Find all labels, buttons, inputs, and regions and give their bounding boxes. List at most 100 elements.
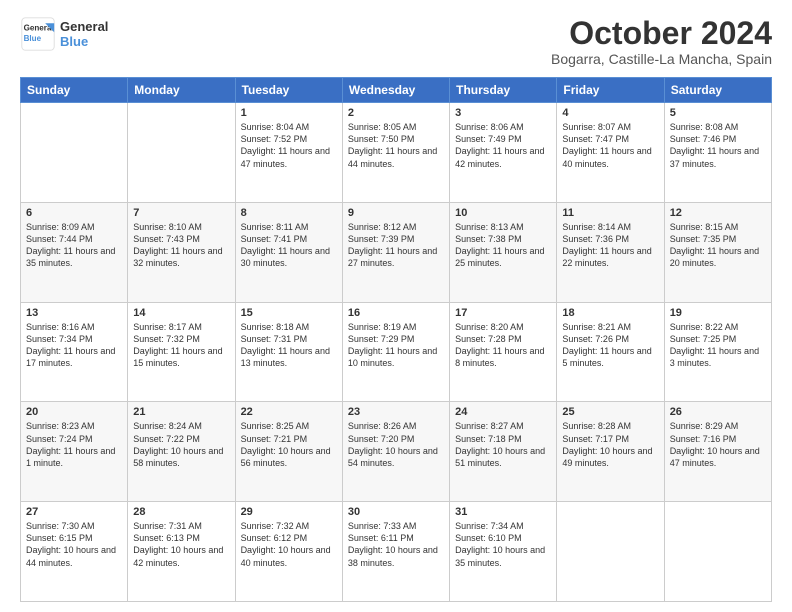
calendar-cell: 3 Sunrise: 8:06 AM Sunset: 7:49 PM Daylig… bbox=[450, 103, 557, 203]
day-number: 30 bbox=[348, 506, 444, 518]
location: Bogarra, Castille-La Mancha, Spain bbox=[551, 51, 772, 67]
col-header-saturday: Saturday bbox=[664, 78, 771, 103]
day-number: 16 bbox=[348, 307, 444, 319]
calendar-cell: 24 Sunrise: 8:27 AM Sunset: 7:18 PM Dayli… bbox=[450, 402, 557, 502]
day-info: Sunrise: 7:31 AM Sunset: 6:13 PM Dayligh… bbox=[133, 520, 229, 569]
day-number: 9 bbox=[348, 207, 444, 219]
day-number: 17 bbox=[455, 307, 551, 319]
calendar-cell: 2Sunrise: 8:05 AM Sunset: 7:50 PM Daylig… bbox=[342, 103, 449, 203]
week-row-4: 27 Sunrise: 7:30 AM Sunset: 6:15 PM Dayli… bbox=[21, 502, 772, 602]
day-info: Sunrise: 8:04 AM Sunset: 7:52 PM Dayligh… bbox=[241, 121, 337, 170]
week-row-0: 1Sunrise: 8:04 AM Sunset: 7:52 PM Daylig… bbox=[21, 103, 772, 203]
day-number: 12 bbox=[670, 207, 766, 219]
day-number: 3 bbox=[455, 107, 551, 119]
day-info: Sunrise: 8:27 AM Sunset: 7:18 PM Dayligh… bbox=[455, 420, 551, 469]
calendar-cell: 13 Sunrise: 8:16 AM Sunset: 7:34 PM Dayli… bbox=[21, 302, 128, 402]
day-info: Sunrise: 8:22 AM Sunset: 7:25 PM Dayligh… bbox=[670, 321, 766, 370]
calendar-table: SundayMondayTuesdayWednesdayThursdayFrid… bbox=[20, 77, 772, 602]
day-number: 18 bbox=[562, 307, 658, 319]
calendar-cell bbox=[21, 103, 128, 203]
title-block: October 2024 Bogarra, Castille-La Mancha… bbox=[551, 16, 772, 67]
day-number: 27 bbox=[26, 506, 122, 518]
day-info: Sunrise: 8:08 AM Sunset: 7:46 PM Dayligh… bbox=[670, 121, 766, 170]
logo-line1: General bbox=[60, 19, 108, 34]
week-row-1: 6 Sunrise: 8:09 AM Sunset: 7:44 PM Daylig… bbox=[21, 202, 772, 302]
calendar-cell: 8 Sunrise: 8:11 AM Sunset: 7:41 PM Daylig… bbox=[235, 202, 342, 302]
logo-text: General Blue bbox=[60, 19, 108, 49]
day-number: 13 bbox=[26, 307, 122, 319]
day-info: Sunrise: 8:28 AM Sunset: 7:17 PM Dayligh… bbox=[562, 420, 658, 469]
calendar-cell: 12 Sunrise: 8:15 AM Sunset: 7:35 PM Dayli… bbox=[664, 202, 771, 302]
header: General Blue General Blue October 2024 B… bbox=[20, 16, 772, 67]
page: General Blue General Blue October 2024 B… bbox=[0, 0, 792, 612]
day-info: Sunrise: 8:25 AM Sunset: 7:21 PM Dayligh… bbox=[241, 420, 337, 469]
day-info: Sunrise: 8:15 AM Sunset: 7:35 PM Dayligh… bbox=[670, 221, 766, 270]
header-row: SundayMondayTuesdayWednesdayThursdayFrid… bbox=[21, 78, 772, 103]
calendar-cell: 17 Sunrise: 8:20 AM Sunset: 7:28 PM Dayli… bbox=[450, 302, 557, 402]
day-number: 10 bbox=[455, 207, 551, 219]
day-info: Sunrise: 8:09 AM Sunset: 7:44 PM Dayligh… bbox=[26, 221, 122, 270]
day-info: Sunrise: 8:13 AM Sunset: 7:38 PM Dayligh… bbox=[455, 221, 551, 270]
day-number: 29 bbox=[241, 506, 337, 518]
col-header-tuesday: Tuesday bbox=[235, 78, 342, 103]
day-info: Sunrise: 8:17 AM Sunset: 7:32 PM Dayligh… bbox=[133, 321, 229, 370]
calendar-cell: 21Sunrise: 8:24 AM Sunset: 7:22 PM Dayli… bbox=[128, 402, 235, 502]
svg-text:Blue: Blue bbox=[24, 34, 42, 43]
day-number: 23 bbox=[348, 406, 444, 418]
calendar-cell: 4Sunrise: 8:07 AM Sunset: 7:47 PM Daylig… bbox=[557, 103, 664, 203]
calendar-cell bbox=[557, 502, 664, 602]
day-number: 5 bbox=[670, 107, 766, 119]
calendar-cell: 20 Sunrise: 8:23 AM Sunset: 7:24 PM Dayli… bbox=[21, 402, 128, 502]
day-info: Sunrise: 8:14 AM Sunset: 7:36 PM Dayligh… bbox=[562, 221, 658, 270]
day-number: 24 bbox=[455, 406, 551, 418]
day-number: 11 bbox=[562, 207, 658, 219]
calendar-cell: 9Sunrise: 8:12 AM Sunset: 7:39 PM Daylig… bbox=[342, 202, 449, 302]
day-number: 25 bbox=[562, 406, 658, 418]
day-number: 28 bbox=[133, 506, 229, 518]
calendar-cell: 16 Sunrise: 8:19 AM Sunset: 7:29 PM Dayli… bbox=[342, 302, 449, 402]
day-info: Sunrise: 8:21 AM Sunset: 7:26 PM Dayligh… bbox=[562, 321, 658, 370]
logo-line2: Blue bbox=[60, 34, 108, 49]
calendar-cell: 15Sunrise: 8:18 AM Sunset: 7:31 PM Dayli… bbox=[235, 302, 342, 402]
day-info: Sunrise: 8:23 AM Sunset: 7:24 PM Dayligh… bbox=[26, 420, 122, 469]
day-info: Sunrise: 7:34 AM Sunset: 6:10 PM Dayligh… bbox=[455, 520, 551, 569]
day-info: Sunrise: 8:29 AM Sunset: 7:16 PM Dayligh… bbox=[670, 420, 766, 469]
calendar-cell: 26 Sunrise: 8:29 AM Sunset: 7:16 PM Dayli… bbox=[664, 402, 771, 502]
calendar-cell: 7 Sunrise: 8:10 AM Sunset: 7:43 PM Daylig… bbox=[128, 202, 235, 302]
week-row-2: 13 Sunrise: 8:16 AM Sunset: 7:34 PM Dayli… bbox=[21, 302, 772, 402]
day-number: 20 bbox=[26, 406, 122, 418]
day-info: Sunrise: 8:20 AM Sunset: 7:28 PM Dayligh… bbox=[455, 321, 551, 370]
calendar-cell: 1Sunrise: 8:04 AM Sunset: 7:52 PM Daylig… bbox=[235, 103, 342, 203]
logo-icon: General Blue bbox=[20, 16, 56, 52]
week-row-3: 20 Sunrise: 8:23 AM Sunset: 7:24 PM Dayli… bbox=[21, 402, 772, 502]
calendar-cell: 6 Sunrise: 8:09 AM Sunset: 7:44 PM Daylig… bbox=[21, 202, 128, 302]
day-number: 8 bbox=[241, 207, 337, 219]
day-number: 6 bbox=[26, 207, 122, 219]
calendar-cell: 30 Sunrise: 7:33 AM Sunset: 6:11 PM Dayli… bbox=[342, 502, 449, 602]
day-info: Sunrise: 8:16 AM Sunset: 7:34 PM Dayligh… bbox=[26, 321, 122, 370]
day-number: 14 bbox=[133, 307, 229, 319]
month-title: October 2024 bbox=[551, 16, 772, 51]
calendar-cell: 25 Sunrise: 8:28 AM Sunset: 7:17 PM Dayli… bbox=[557, 402, 664, 502]
calendar-cell: 14 Sunrise: 8:17 AM Sunset: 7:32 PM Dayli… bbox=[128, 302, 235, 402]
day-number: 2 bbox=[348, 107, 444, 119]
day-number: 21 bbox=[133, 406, 229, 418]
calendar-cell: 5 Sunrise: 8:08 AM Sunset: 7:46 PM Daylig… bbox=[664, 103, 771, 203]
day-info: Sunrise: 8:11 AM Sunset: 7:41 PM Dayligh… bbox=[241, 221, 337, 270]
day-number: 26 bbox=[670, 406, 766, 418]
calendar-cell: 27 Sunrise: 7:30 AM Sunset: 6:15 PM Dayli… bbox=[21, 502, 128, 602]
day-number: 4 bbox=[562, 107, 658, 119]
day-info: Sunrise: 7:32 AM Sunset: 6:12 PM Dayligh… bbox=[241, 520, 337, 569]
calendar-cell: 23Sunrise: 8:26 AM Sunset: 7:20 PM Dayli… bbox=[342, 402, 449, 502]
calendar-cell: 19Sunrise: 8:22 AM Sunset: 7:25 PM Dayli… bbox=[664, 302, 771, 402]
calendar-cell: 18 Sunrise: 8:21 AM Sunset: 7:26 PM Dayli… bbox=[557, 302, 664, 402]
day-info: Sunrise: 8:10 AM Sunset: 7:43 PM Dayligh… bbox=[133, 221, 229, 270]
day-info: Sunrise: 7:33 AM Sunset: 6:11 PM Dayligh… bbox=[348, 520, 444, 569]
day-info: Sunrise: 8:18 AM Sunset: 7:31 PM Dayligh… bbox=[241, 321, 337, 370]
calendar-cell: 31Sunrise: 7:34 AM Sunset: 6:10 PM Dayli… bbox=[450, 502, 557, 602]
day-info: Sunrise: 7:30 AM Sunset: 6:15 PM Dayligh… bbox=[26, 520, 122, 569]
calendar-cell: 29 Sunrise: 7:32 AM Sunset: 6:12 PM Dayli… bbox=[235, 502, 342, 602]
day-info: Sunrise: 8:19 AM Sunset: 7:29 PM Dayligh… bbox=[348, 321, 444, 370]
day-info: Sunrise: 8:06 AM Sunset: 7:49 PM Dayligh… bbox=[455, 121, 551, 170]
day-number: 7 bbox=[133, 207, 229, 219]
